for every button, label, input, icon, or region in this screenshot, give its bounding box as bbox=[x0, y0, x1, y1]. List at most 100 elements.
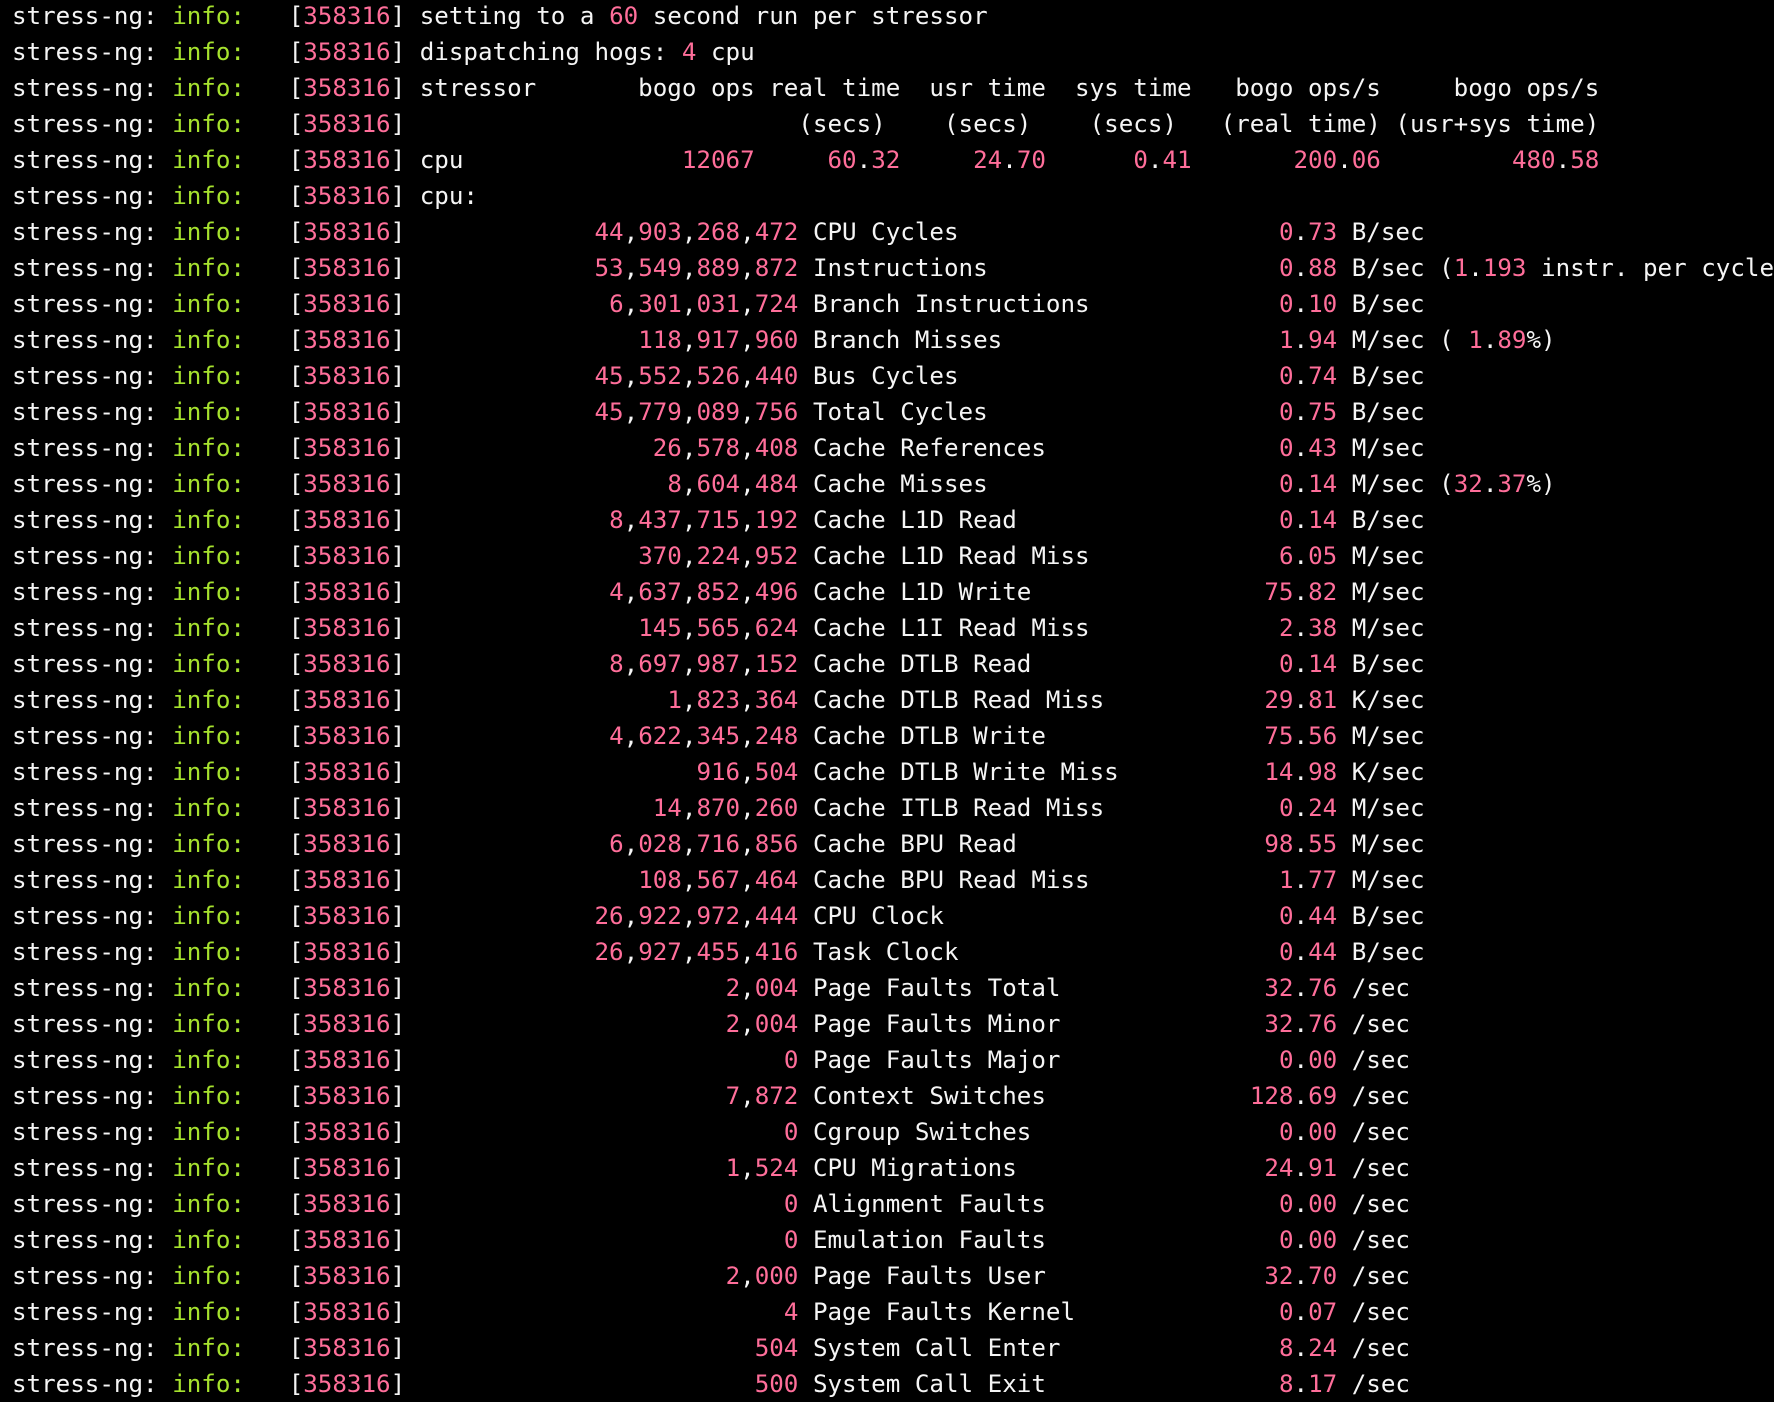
log-level: info: bbox=[172, 1010, 245, 1038]
metric-rate: 75.56 bbox=[1264, 722, 1337, 750]
metric-rate-part: 14 bbox=[1308, 470, 1337, 498]
metric-rate-part: . bbox=[1294, 938, 1309, 966]
metric-count: 4,622,345,248 bbox=[609, 722, 798, 750]
process-id: 358316 bbox=[303, 722, 390, 750]
metric-extra: . bbox=[1483, 470, 1498, 498]
log-line-header-2: stress-ng: info: [358316] (secs) (secs) … bbox=[12, 106, 1774, 142]
pid-bracket: [ bbox=[289, 434, 304, 462]
metric-name: Page Faults Minor bbox=[813, 1010, 1061, 1038]
log-level: info: bbox=[172, 470, 245, 498]
log-level: info: bbox=[172, 758, 245, 786]
pid-bracket: [ bbox=[289, 686, 304, 714]
metric-count-part: , bbox=[740, 974, 755, 1002]
metric-count-part: , bbox=[624, 254, 639, 282]
pid-bracket: [ bbox=[289, 794, 304, 822]
log-text: cpu bbox=[696, 38, 754, 66]
metric-count-part: 8 bbox=[609, 650, 624, 678]
metric-count-part: , bbox=[682, 866, 697, 894]
metric-count-part: 455 bbox=[696, 938, 740, 966]
metric-name: Cache L1I Read Miss bbox=[813, 614, 1090, 642]
log-level: info: bbox=[172, 1226, 245, 1254]
metric-pad bbox=[959, 938, 1279, 966]
metric-count-part: 526 bbox=[696, 362, 740, 390]
metric-rate-part: 24 bbox=[1308, 1334, 1337, 1362]
metric-pad bbox=[420, 1118, 784, 1146]
metric-pad bbox=[1104, 686, 1264, 714]
log-line-cpu-summary: stress-ng: info: [358316] cpu 12067 60.3… bbox=[12, 142, 1774, 178]
metric-row: stress-ng: info: [358316] 1,823,364 Cach… bbox=[12, 682, 1774, 718]
metric-count-part: , bbox=[624, 362, 639, 390]
terminal-window[interactable]: stress-ng: info: [358316] setting to a 6… bbox=[0, 0, 1774, 1398]
metric-count-part: 1 bbox=[667, 686, 682, 714]
program-name: stress-ng: bbox=[12, 38, 158, 66]
metric-count-part: , bbox=[682, 434, 697, 462]
metric-pad bbox=[1031, 650, 1279, 678]
program-name: stress-ng: bbox=[12, 686, 158, 714]
metric-rate-part: . bbox=[1294, 434, 1309, 462]
metric-count-part: 715 bbox=[696, 506, 740, 534]
metric-count-part: , bbox=[740, 650, 755, 678]
program-name: stress-ng: bbox=[12, 614, 158, 642]
metric-extra: 1 bbox=[1468, 326, 1483, 354]
pid-bracket: ] bbox=[391, 2, 420, 30]
metric-name: Bus Cycles bbox=[813, 362, 959, 390]
metric-rate-part: . bbox=[1294, 1190, 1309, 1218]
log-level: info: bbox=[172, 506, 245, 534]
metric-rate-part: 32 bbox=[1264, 974, 1293, 1002]
pid-bracket: [ bbox=[289, 1118, 304, 1146]
metric-count-part: , bbox=[682, 830, 697, 858]
metric-row: stress-ng: info: [358316] 45,552,526,440… bbox=[12, 358, 1774, 394]
metric-count: 4 bbox=[784, 1298, 799, 1326]
metric-count-part: , bbox=[682, 722, 697, 750]
metric-rate: 128.69 bbox=[1250, 1082, 1337, 1110]
process-id: 358316 bbox=[303, 1226, 390, 1254]
metric-pad bbox=[1061, 1334, 1279, 1362]
metric-count-part: , bbox=[624, 650, 639, 678]
metric-rate: 0.75 bbox=[1279, 398, 1337, 426]
metric-rate-part: 98 bbox=[1264, 830, 1293, 858]
log-text: 0 bbox=[1133, 146, 1148, 174]
pid-bracket: [ bbox=[289, 650, 304, 678]
log-level: info: bbox=[172, 1190, 245, 1218]
log-level: info: bbox=[172, 1082, 245, 1110]
program-name: stress-ng: bbox=[12, 110, 158, 138]
metric-count-part: 4 bbox=[784, 1298, 799, 1326]
process-id: 358316 bbox=[303, 866, 390, 894]
metric-name: Cache DTLB Write Miss bbox=[813, 758, 1119, 786]
metric-count-part: 2 bbox=[726, 974, 741, 1002]
metric-row: stress-ng: info: [358316] 14,870,260 Cac… bbox=[12, 790, 1774, 826]
metric-pad bbox=[1031, 1118, 1279, 1146]
program-name: stress-ng: bbox=[12, 1046, 158, 1074]
metric-count-part: 145 bbox=[638, 614, 682, 642]
metric-pad bbox=[1046, 1082, 1250, 1110]
metric-count-part: 6 bbox=[609, 290, 624, 318]
metric-count-part: 028 bbox=[638, 830, 682, 858]
metric-rate-part: 0 bbox=[1279, 506, 1294, 534]
metric-rate-part: 74 bbox=[1308, 362, 1337, 390]
metric-rate-part: 75 bbox=[1264, 578, 1293, 606]
log-text: . bbox=[1337, 146, 1352, 174]
pid-bracket: [ bbox=[289, 398, 304, 426]
metric-name: Cache L1D Read Miss bbox=[813, 542, 1090, 570]
log-text: 200 bbox=[1294, 146, 1338, 174]
metric-count-part: 26 bbox=[595, 938, 624, 966]
metric-count-part: 1 bbox=[726, 1154, 741, 1182]
metric-pad bbox=[420, 326, 638, 354]
metric-row: stress-ng: info: [358316] 45,779,089,756… bbox=[12, 394, 1774, 430]
metric-count-part: 724 bbox=[755, 290, 799, 318]
metric-count-part: 192 bbox=[755, 506, 799, 534]
pid-bracket: [ bbox=[289, 542, 304, 570]
metric-pad bbox=[1075, 1298, 1279, 1326]
metric-count-part: 268 bbox=[696, 218, 740, 246]
metric-count-part: 484 bbox=[755, 470, 799, 498]
metric-count-part: , bbox=[682, 686, 697, 714]
metric-count-part: 248 bbox=[755, 722, 799, 750]
metric-count: 45,779,089,756 bbox=[595, 398, 799, 426]
program-name: stress-ng: bbox=[12, 974, 158, 1002]
metric-count-part: 000 bbox=[755, 1262, 799, 1290]
metric-rate: 29.81 bbox=[1264, 686, 1337, 714]
pid-bracket: [ bbox=[289, 614, 304, 642]
log-text: stressor bogo ops real time usr time sys… bbox=[420, 74, 1600, 102]
pid-bracket: [ bbox=[289, 74, 304, 102]
metric-pad bbox=[1090, 866, 1279, 894]
